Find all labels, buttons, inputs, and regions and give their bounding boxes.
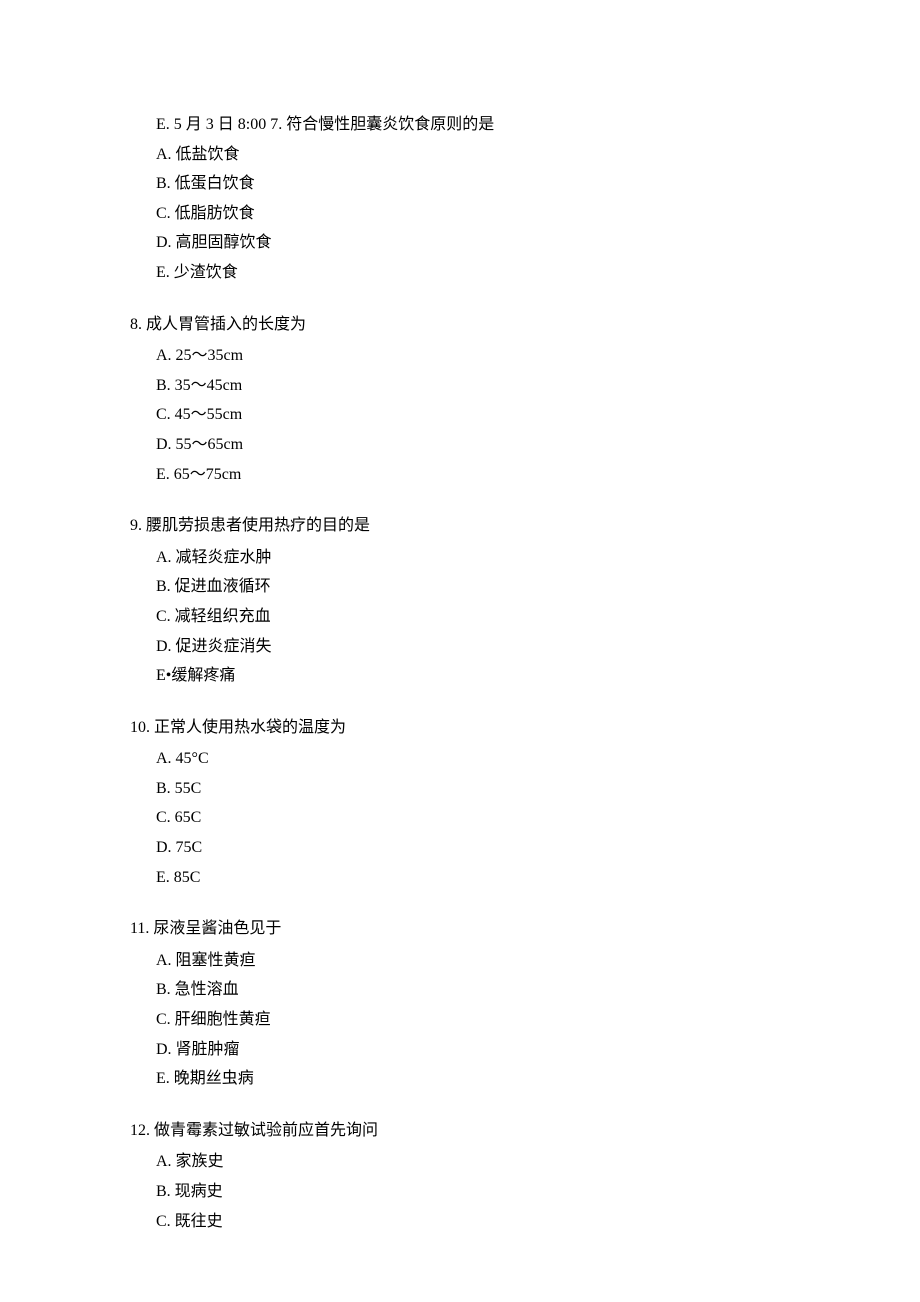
question-7-option-b: B. 低蛋白饮食 xyxy=(156,169,790,199)
question-10-option-e: E. 85C xyxy=(156,863,790,893)
question-9-option-c: C. 减轻组织充血 xyxy=(156,602,790,632)
question-11-title: 11. 尿液呈酱油色见于 xyxy=(130,914,790,944)
question-12-title: 12. 做青霉素过敏试验前应首先询问 xyxy=(130,1116,790,1146)
question-7-option-a: A. 低盐饮食 xyxy=(156,140,790,170)
question-11-option-a: A. 阻塞性黄疸 xyxy=(156,946,790,976)
question-10-option-a: A. 45°C xyxy=(156,744,790,774)
question-6-tail-and-7: E. 5 月 3 日 8:00 7. 符合慢性胆囊炎饮食原则的是 A. 低盐饮食… xyxy=(156,110,790,288)
question-10-option-c: C. 65C xyxy=(156,803,790,833)
question-12-option-c: C. 既往史 xyxy=(156,1207,790,1237)
question-8-title: 8. 成人胃管插入的长度为 xyxy=(130,310,790,340)
question-8-options: A. 25〜35cm B. 35〜45cm C. 45〜55cm D. 55〜6… xyxy=(156,341,790,489)
question-11-option-d: D. 肾脏肿瘤 xyxy=(156,1035,790,1065)
question-9-option-d: D. 促进炎症消失 xyxy=(156,632,790,662)
question-11-options: A. 阻塞性黄疸 B. 急性溶血 C. 肝细胞性黄疸 D. 肾脏肿瘤 E. 晚期… xyxy=(156,946,790,1094)
question-10-option-b: B. 55C xyxy=(156,774,790,804)
question-10-options: A. 45°C B. 55C C. 65C D. 75C E. 85C xyxy=(156,744,790,892)
question-9-option-a: A. 减轻炎症水肿 xyxy=(156,543,790,573)
question-9-title: 9. 腰肌劳损患者使用热疗的目的是 xyxy=(130,511,790,541)
question-9-option-e: E•缓解疼痛 xyxy=(156,661,790,691)
question-10-option-d: D. 75C xyxy=(156,833,790,863)
question-7-option-e: E. 少渣饮食 xyxy=(156,258,790,288)
question-6-option-e-and-7-title: E. 5 月 3 日 8:00 7. 符合慢性胆囊炎饮食原则的是 xyxy=(156,110,790,140)
question-12-options: A. 家族史 B. 现病史 C. 既往史 xyxy=(156,1147,790,1236)
question-9-option-b: B. 促进血液循环 xyxy=(156,572,790,602)
question-11-option-c: C. 肝细胞性黄疸 xyxy=(156,1005,790,1035)
question-7-option-d: D. 高胆固醇饮食 xyxy=(156,228,790,258)
question-12-option-a: A. 家族史 xyxy=(156,1147,790,1177)
question-9-options: A. 减轻炎症水肿 B. 促进血液循环 C. 减轻组织充血 D. 促进炎症消失 xyxy=(156,543,790,661)
question-8-option-a: A. 25〜35cm xyxy=(156,341,790,371)
question-11-option-e: E. 晚期丝虫病 xyxy=(156,1064,790,1094)
question-8-option-d: D. 55〜65cm xyxy=(156,430,790,460)
question-8-option-b: B. 35〜45cm xyxy=(156,371,790,401)
question-10-title: 10. 正常人使用热水袋的温度为 xyxy=(130,713,790,743)
question-8-option-c: C. 45〜55cm xyxy=(156,400,790,430)
question-8-option-e: E. 65〜75cm xyxy=(156,460,790,490)
question-12-option-b: B. 现病史 xyxy=(156,1177,790,1207)
question-7-option-c: C. 低脂肪饮食 xyxy=(156,199,790,229)
question-11-option-b: B. 急性溶血 xyxy=(156,975,790,1005)
